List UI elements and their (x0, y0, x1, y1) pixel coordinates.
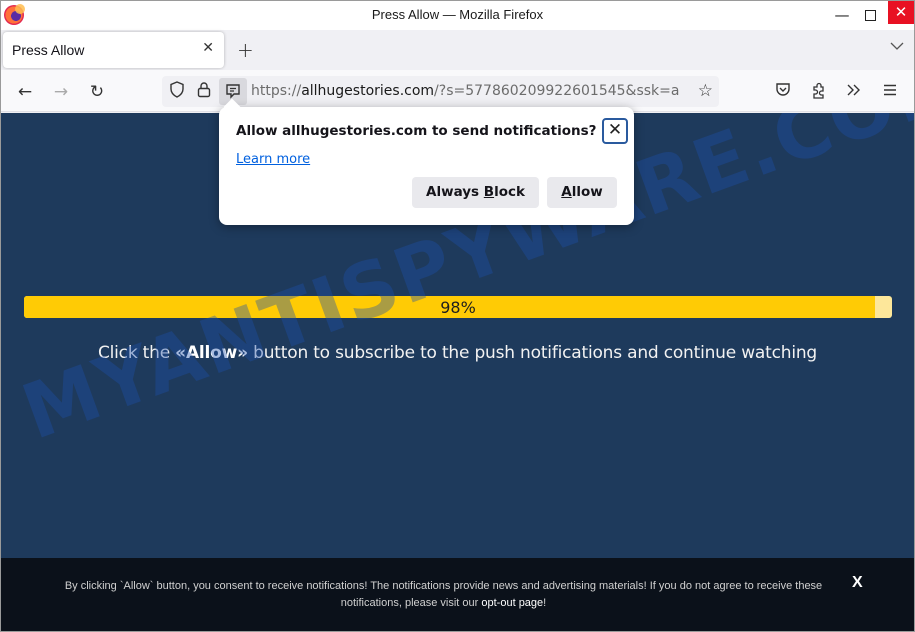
prompt-title: Allow allhugestories.com to send notific… (236, 123, 597, 139)
instruction-pre: Click the (97, 343, 176, 363)
tab-press-allow[interactable]: Press Allow ✕ (3, 32, 224, 68)
tab-title: Press Allow (12, 42, 85, 58)
footer-close-button[interactable]: X (852, 574, 863, 592)
always-block-button[interactable]: Always Block (412, 177, 539, 208)
consent-text-body: By clicking `Allow` button, you consent … (64, 580, 823, 609)
block-accesskey: B (483, 184, 495, 200)
url-bar[interactable]: https://allhugestories.com/?s=5778602099… (162, 76, 719, 107)
block-label-pre: Always (426, 184, 484, 200)
url-text[interactable]: https://allhugestories.com/?s=5778602099… (251, 83, 683, 99)
double-chevron-right-icon (847, 84, 860, 96)
list-all-tabs-button[interactable] (890, 40, 904, 55)
app-menu-button[interactable] (880, 82, 900, 102)
instruction-text: Click the «Allow» button to subscribe to… (1, 343, 914, 363)
navigation-toolbar: ← → ↻ https://allhugestories.com/?s=5778… (1, 70, 914, 112)
allow-accesskey: A (561, 184, 572, 200)
more-tools-button[interactable] (844, 82, 864, 102)
progress-bar: 98% (24, 296, 892, 318)
notification-permission-prompt: Allow allhugestories.com to send notific… (219, 98, 634, 225)
new-tab-button[interactable]: + (237, 38, 254, 62)
url-host: allhugestories.com (301, 83, 435, 99)
consent-text: By clicking `Allow` button, you consent … (41, 578, 846, 612)
shield-icon[interactable] (167, 81, 187, 101)
hamburger-menu-icon (884, 84, 896, 96)
puzzle-piece-icon (813, 82, 824, 99)
title-bar: Press Allow — Mozilla Firefox — ✕ (1, 1, 914, 30)
prompt-close-button[interactable]: ✕ (602, 118, 628, 144)
forward-button[interactable]: → (51, 82, 71, 102)
learn-more-link[interactable]: Learn more (236, 152, 310, 167)
window-close-button[interactable]: ✕ (888, 1, 914, 24)
browser-window: Press Allow — Mozilla Firefox — ✕ Press … (0, 0, 915, 632)
url-path: /?s=577860209922601545&ssk=a (434, 83, 680, 99)
bookmark-star-icon[interactable]: ☆ (698, 81, 713, 101)
allow-label-post: llow (571, 184, 603, 200)
block-label-post: lock (494, 184, 525, 200)
extensions-button[interactable] (809, 82, 829, 102)
tab-bar: Press Allow ✕ + (1, 30, 914, 70)
instruction-post: button to subscribe to the push notifica… (247, 343, 818, 363)
opt-out-link[interactable]: opt-out page (481, 597, 543, 609)
reload-button[interactable]: ↻ (87, 82, 107, 102)
pocket-icon (776, 83, 790, 96)
allow-button[interactable]: Allow (547, 177, 617, 208)
url-scheme: https:// (251, 83, 302, 99)
maximize-button[interactable] (856, 1, 884, 30)
progress-label: 98% (440, 298, 476, 317)
consent-footer: By clicking `Allow` button, you consent … (1, 558, 914, 631)
consent-text-end: ! (543, 597, 547, 609)
window-title: Press Allow — Mozilla Firefox (371, 7, 544, 22)
maximize-icon (864, 10, 876, 21)
minimize-button[interactable]: — (828, 1, 856, 30)
pocket-button[interactable] (773, 82, 793, 102)
chevron-down-icon (890, 42, 904, 50)
tab-close-icon[interactable]: ✕ (202, 40, 214, 56)
instruction-allow-word: «Allow» (175, 343, 248, 363)
lock-icon[interactable] (194, 81, 214, 101)
back-button[interactable]: ← (15, 82, 35, 102)
